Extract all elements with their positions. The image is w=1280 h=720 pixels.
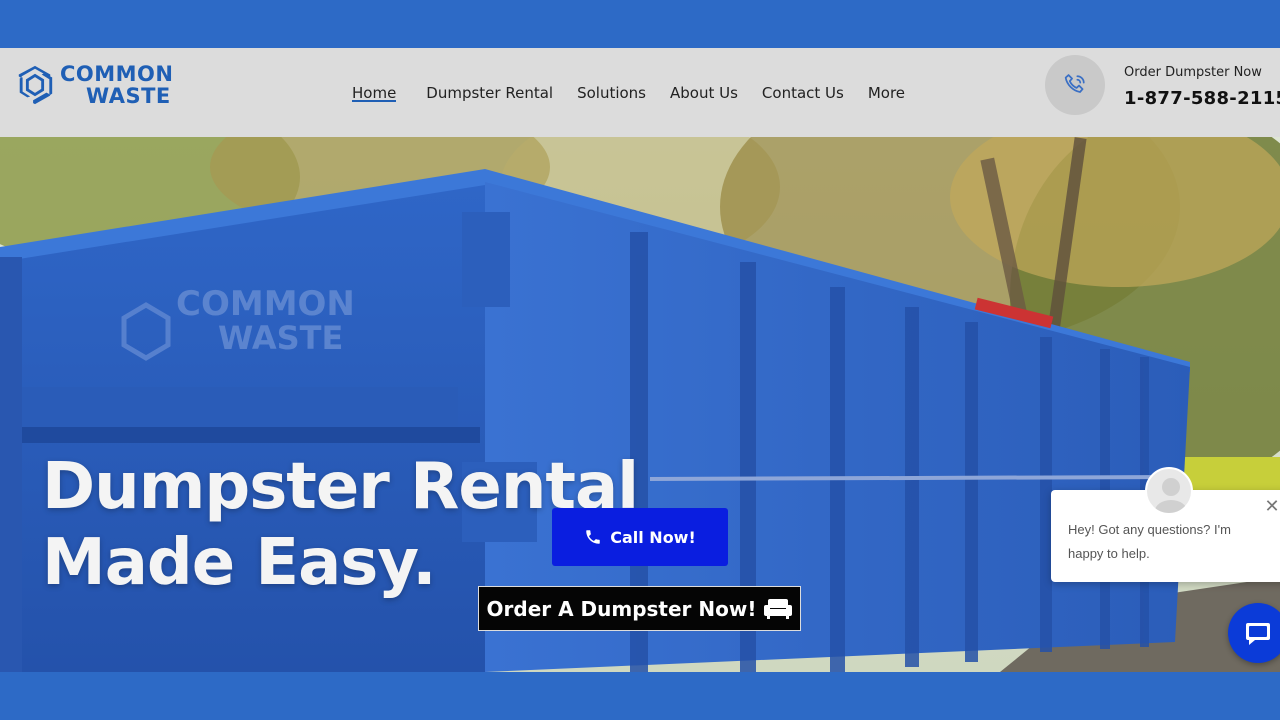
call-now-button[interactable]: Call Now! [552, 508, 728, 566]
logo-text-line2: WASTE [86, 84, 171, 108]
nav-item-dumpster-rental[interactable]: Dumpster Rental [414, 48, 565, 137]
nav-item-more[interactable]: More [856, 48, 917, 137]
chat-launcher-button[interactable] [1228, 603, 1280, 663]
chat-greeting-text: Hey! Got any questions? I'm happy to hel… [1068, 522, 1231, 561]
top-frame-bar [0, 0, 1280, 48]
phone-icon [1064, 74, 1085, 93]
hexagon-logo-icon [18, 65, 53, 105]
order-dumpster-label: Order A Dumpster Now! [486, 596, 757, 621]
nav-item-home[interactable]: Home [340, 48, 414, 137]
site-header: COMMON WASTE Home Dumpster Rental Soluti… [0, 48, 1280, 137]
nav-item-about-us[interactable]: About Us [658, 48, 750, 137]
nav-item-solutions[interactable]: Solutions [565, 48, 658, 137]
dumpster-logo-line1: COMMON [176, 284, 355, 324]
chat-icon [1246, 623, 1270, 645]
order-dumpster-button[interactable]: Order A Dumpster Now! [478, 586, 801, 631]
logo-text-line1: COMMON [60, 62, 174, 86]
order-dumpster-label: Order Dumpster Now [1124, 65, 1262, 80]
site-logo[interactable]: COMMON WASTE [14, 60, 184, 110]
call-now-label: Call Now! [610, 527, 696, 547]
dumpster-logo-line2: WASTE [218, 319, 343, 357]
close-icon[interactable]: ✕ [1263, 498, 1280, 516]
header-phone-button[interactable] [1045, 55, 1105, 115]
main-nav: Home Dumpster Rental Solutions About Us … [340, 48, 917, 137]
bottom-frame-bar [0, 672, 1280, 720]
header-phone-number[interactable]: 1-877-588-2115 [1124, 88, 1280, 109]
nav-item-contact-us[interactable]: Contact Us [750, 48, 856, 137]
hero-section: COMMON WASTE Dumpster Rental Made Easy. … [0, 137, 1280, 672]
sofa-icon [764, 598, 793, 619]
chat-agent-avatar [1145, 467, 1193, 515]
phone-icon [586, 530, 600, 544]
